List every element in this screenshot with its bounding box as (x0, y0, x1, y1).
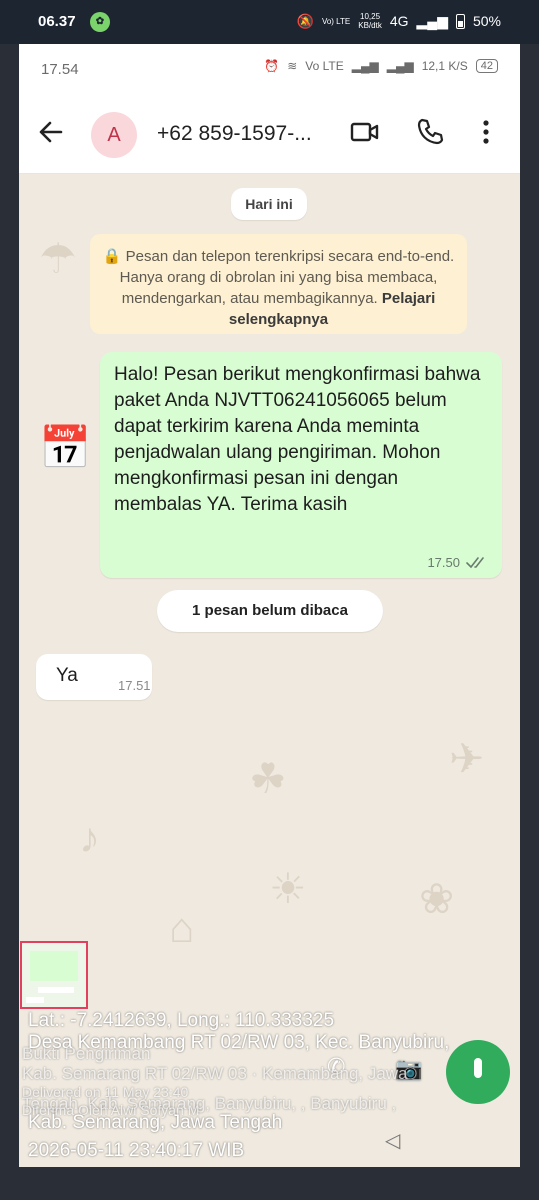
unread-messages-separator: 1 pesan belum dibaca (157, 590, 383, 632)
outgoing-message[interactable]: Halo! Pesan berikut mengkonfirmasi bahwa… (100, 352, 502, 578)
wallpaper-doodle-icon: 📅 (39, 424, 92, 471)
inner-status-bar: 17.54 ⏰ ≋ Vo LTE ▂▄▆ ▂▄▆ 12,1 K/S 42 (19, 44, 520, 94)
inner-signal-icon: ▂▄▆ (351, 59, 379, 73)
double-check-icon (466, 556, 484, 568)
inner-network-speed: 12,1 K/S (421, 59, 468, 73)
outgoing-message-meta: 17.50 (427, 555, 488, 570)
wallpaper-doodle-icon: ⌂ (169, 904, 195, 951)
screenshot-frame: 17.54 ⏰ ≋ Vo LTE ▂▄▆ ▂▄▆ 12,1 K/S 42 A +… (19, 44, 520, 1167)
inner-battery-icon: 42 (475, 59, 498, 73)
date-separator: Hari ini (231, 188, 307, 220)
wallpaper-doodle-icon: ☘ (249, 755, 287, 802)
network-speed: 10,25 KB/dtk (358, 12, 382, 30)
incoming-message[interactable]: Ya 17.51 (36, 654, 152, 700)
wallpaper-doodle-icon: ☀ (269, 865, 307, 912)
mute-icon: 🔕 (296, 12, 314, 29)
thumbnail-pill (38, 987, 74, 993)
app-notification-icon: ✿ (90, 12, 110, 32)
wifi-icon: ≋ (287, 59, 298, 73)
inner-signal-icon-2: ▂▄▆ (386, 59, 414, 73)
camera-icon-faint: 📷 (395, 1056, 423, 1081)
wallpaper-doodle-icon: ✈ (449, 735, 485, 782)
battery-percent: 50% (472, 13, 501, 29)
call-icon-faint: ✆ (327, 1054, 346, 1079)
thumbnail-bubble (30, 951, 78, 981)
nav-back-icon[interactable]: ◁ (385, 1128, 400, 1153)
wallpaper-doodle-icon: ☂ (39, 235, 77, 282)
signal-icon: ▂▄▆ (416, 12, 448, 29)
incoming-message-time: 17.51 (118, 678, 151, 693)
status-time: 06.37 (38, 13, 76, 30)
inner-status-time: 17.54 (41, 61, 79, 78)
network-type: 4G (389, 13, 409, 29)
wallpaper-doodle-icon: ♪ (79, 814, 100, 861)
outgoing-message-time: 17.50 (427, 555, 460, 570)
photo-thumbnail[interactable] (20, 941, 88, 1009)
contact-avatar[interactable]: A (91, 112, 137, 158)
chat-area[interactable]: ☂ 📅 ✈ ♪ ☘ ☀ ⌂ ❀ Hari ini 🔒 Pesan dan tel… (19, 174, 520, 1167)
wallpaper-doodle-icon: ❀ (419, 875, 455, 922)
alarm-icon: ⏰ (264, 59, 280, 73)
more-vert-icon[interactable] (474, 116, 498, 148)
chat-header: A +62 859-1597-... (19, 94, 520, 174)
outgoing-message-text: Halo! Pesan berikut mengkonfirmasi bahwa… (114, 364, 481, 515)
thumbnail-bubble-small (26, 997, 44, 1003)
back-arrow-icon[interactable] (33, 114, 69, 150)
system-status-bar: 06.37 ✿ 🔕 Vo) LTE 10,25 KB/dtk 4G ▂▄▆ 50% (0, 0, 539, 44)
volte-label: Vo) LTE (321, 16, 351, 26)
video-call-icon[interactable] (349, 116, 381, 148)
encryption-notice[interactable]: 🔒 Pesan dan telepon terenkripsi secara e… (90, 234, 467, 334)
phone-call-icon[interactable] (414, 116, 446, 148)
battery-icon (455, 13, 465, 29)
incoming-message-text: Ya (56, 665, 78, 686)
mic-button[interactable] (446, 1040, 510, 1104)
status-icons: 🔕 Vo) LTE 10,25 KB/dtk 4G ▂▄▆ 50% (297, 12, 502, 30)
contact-name[interactable]: +62 859-1597-... (157, 122, 347, 146)
lock-icon: 🔒 (102, 248, 122, 265)
inner-volte-label: Vo LTE (305, 59, 344, 73)
inner-status-icons: ⏰ ≋ Vo LTE ▂▄▆ ▂▄▆ 12,1 K/S 42 (264, 59, 498, 73)
